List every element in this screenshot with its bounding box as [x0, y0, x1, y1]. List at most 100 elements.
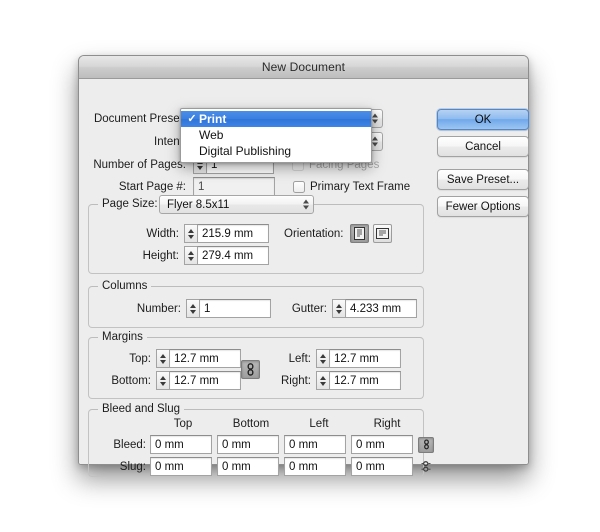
- stepper-arrows-icon[interactable]: [156, 371, 169, 390]
- bleed-and-slug-group: Bleed and Slug Top Bottom Left Right Ble…: [88, 403, 434, 477]
- page-width-input[interactable]: 215.9 mm: [197, 224, 269, 243]
- stepper-arrows-icon[interactable]: [184, 224, 197, 243]
- margin-left-label: Left:: [288, 352, 311, 365]
- primary-text-frame-checkbox-group[interactable]: Primary Text Frame: [293, 180, 411, 193]
- start-page-input[interactable]: 1: [193, 177, 275, 196]
- page-height-stepper[interactable]: 279.4 mm: [184, 246, 269, 265]
- margin-top-value: 12.7 mm: [174, 352, 219, 365]
- slug-bottom-input[interactable]: 0 mm: [217, 457, 279, 476]
- intent-label: Intent:: [154, 135, 186, 148]
- orientation-portrait-button[interactable]: [350, 224, 370, 243]
- stepper-arrows-icon[interactable]: [156, 349, 169, 368]
- cancel-button-label: Cancel: [465, 140, 501, 153]
- page-portrait-icon: [354, 227, 366, 240]
- intent-option-web-label: Web: [199, 128, 224, 142]
- page-height-input[interactable]: 279.4 mm: [197, 246, 269, 265]
- margin-bottom-input[interactable]: 12.7 mm: [169, 371, 241, 390]
- margin-left-input[interactable]: 12.7 mm: [329, 349, 401, 368]
- columns-gutter-label: Gutter:: [291, 302, 327, 315]
- chevron-updown-icon[interactable]: [301, 197, 310, 212]
- bleed-top-input[interactable]: 0 mm: [150, 435, 212, 454]
- intent-option-digital-publishing-label: Digital Publishing: [199, 144, 292, 158]
- columns-legend: Columns: [98, 280, 152, 292]
- margin-top-stepper[interactable]: 12.7 mm: [156, 349, 241, 368]
- page-width-label: Width:: [146, 227, 179, 240]
- page-landscape-icon: [376, 228, 390, 239]
- page-size-legend: Page Size:: [98, 198, 162, 210]
- intent-option-print[interactable]: ✓ Print: [181, 111, 371, 127]
- page-size-select[interactable]: Flyer 8.5x11: [159, 195, 314, 214]
- slug-top-value: 0 mm: [155, 460, 184, 473]
- stepper-arrows-icon[interactable]: [332, 299, 345, 318]
- page-size-group: Page Size: Flyer 8.5x11 Width: 215.9 mm: [88, 195, 424, 274]
- bleed-bottom-value: 0 mm: [222, 438, 251, 451]
- bleed-slug-col-bottom: Bottom: [232, 418, 270, 430]
- bleed-link-toggle[interactable]: [418, 436, 434, 453]
- stepper-arrows-icon[interactable]: [184, 246, 197, 265]
- page-width-value: 215.9 mm: [202, 227, 254, 240]
- primary-text-frame-label: Primary Text Frame: [310, 180, 411, 193]
- columns-gutter-input[interactable]: 4.233 mm: [345, 299, 417, 318]
- primary-text-frame-checkbox[interactable]: [293, 180, 305, 193]
- cancel-button[interactable]: Cancel: [437, 136, 529, 157]
- start-page-value: 1: [198, 180, 205, 193]
- ok-button[interactable]: OK: [437, 109, 529, 130]
- margin-right-input[interactable]: 12.7 mm: [329, 371, 401, 390]
- save-preset-button[interactable]: Save Preset...: [437, 169, 529, 190]
- slug-label: Slug:: [119, 460, 146, 473]
- page-size-value: Flyer 8.5x11: [167, 198, 230, 211]
- columns-gutter-stepper[interactable]: 4.233 mm: [332, 299, 417, 318]
- bleed-row: Bleed: 0 mm 0 mm 0 mm 0 mm: [89, 435, 434, 454]
- bleed-slug-col-left: Left: [309, 418, 329, 430]
- slug-link-toggle[interactable]: [418, 459, 434, 475]
- columns-number-stepper[interactable]: 1: [186, 299, 271, 318]
- checkmark-icon: ✓: [187, 112, 197, 125]
- columns-gutter-value: 4.233 mm: [350, 302, 402, 315]
- dialog-title: New Document: [261, 60, 346, 74]
- fewer-options-button[interactable]: Fewer Options: [437, 196, 529, 217]
- slug-left-input[interactable]: 0 mm: [284, 457, 346, 476]
- intent-option-digital-publishing[interactable]: Digital Publishing: [181, 143, 371, 159]
- save-preset-button-label: Save Preset...: [446, 173, 520, 186]
- stepper-arrows-icon[interactable]: [316, 349, 329, 368]
- number-of-pages-label: Number of Pages:: [93, 158, 186, 171]
- bleed-left-value: 0 mm: [289, 438, 318, 451]
- bleed-left-input[interactable]: 0 mm: [284, 435, 346, 454]
- page-width-stepper[interactable]: 215.9 mm: [184, 224, 269, 243]
- margin-bottom-value: 12.7 mm: [174, 374, 219, 387]
- columns-number-input[interactable]: 1: [199, 299, 271, 318]
- margin-left-row: Left: 12.7 mm: [269, 349, 401, 368]
- document-preset-label: Document Preset:: [93, 112, 186, 125]
- bleed-bottom-input[interactable]: 0 mm: [217, 435, 279, 454]
- chain-broken-icon: [421, 461, 431, 472]
- dialog-titlebar[interactable]: New Document: [79, 56, 528, 79]
- orientation-row: Orientation:: [284, 224, 393, 243]
- margin-left-value: 12.7 mm: [334, 352, 379, 365]
- page-height-row: Height: 279.4 mm: [89, 246, 269, 265]
- bleed-label: Bleed:: [113, 438, 146, 451]
- bleed-slug-col-top: Top: [173, 418, 193, 430]
- orientation-label: Orientation:: [284, 227, 344, 240]
- screen: New Document Document Preset: [Custom] I…: [0, 0, 600, 532]
- stepper-arrows-icon[interactable]: [186, 299, 199, 318]
- margin-bottom-stepper[interactable]: 12.7 mm: [156, 371, 241, 390]
- margin-right-value: 12.7 mm: [334, 374, 379, 387]
- bleed-right-input[interactable]: 0 mm: [351, 435, 413, 454]
- margin-left-stepper[interactable]: 12.7 mm: [316, 349, 401, 368]
- slug-right-input[interactable]: 0 mm: [351, 457, 413, 476]
- intent-option-web[interactable]: Web: [181, 127, 371, 143]
- slug-row: Slug: 0 mm 0 mm 0 mm 0 mm: [89, 457, 434, 476]
- margins-legend: Margins: [98, 331, 147, 343]
- margin-right-stepper[interactable]: 12.7 mm: [316, 371, 401, 390]
- columns-number-value: 1: [204, 302, 211, 315]
- stepper-arrows-icon[interactable]: [316, 371, 329, 390]
- intent-dropdown-menu[interactable]: ✓ Print Web Digital Publishing: [180, 108, 372, 163]
- orientation-landscape-button[interactable]: [373, 224, 393, 243]
- margin-top-row: Top: 12.7 mm: [89, 349, 241, 368]
- margins-link-toggle[interactable]: [241, 360, 260, 379]
- bleed-top-value: 0 mm: [155, 438, 184, 451]
- slug-top-input[interactable]: 0 mm: [150, 457, 212, 476]
- margin-right-label: Right:: [280, 374, 311, 387]
- margin-top-input[interactable]: 12.7 mm: [169, 349, 241, 368]
- start-page-label: Start Page #:: [118, 180, 186, 193]
